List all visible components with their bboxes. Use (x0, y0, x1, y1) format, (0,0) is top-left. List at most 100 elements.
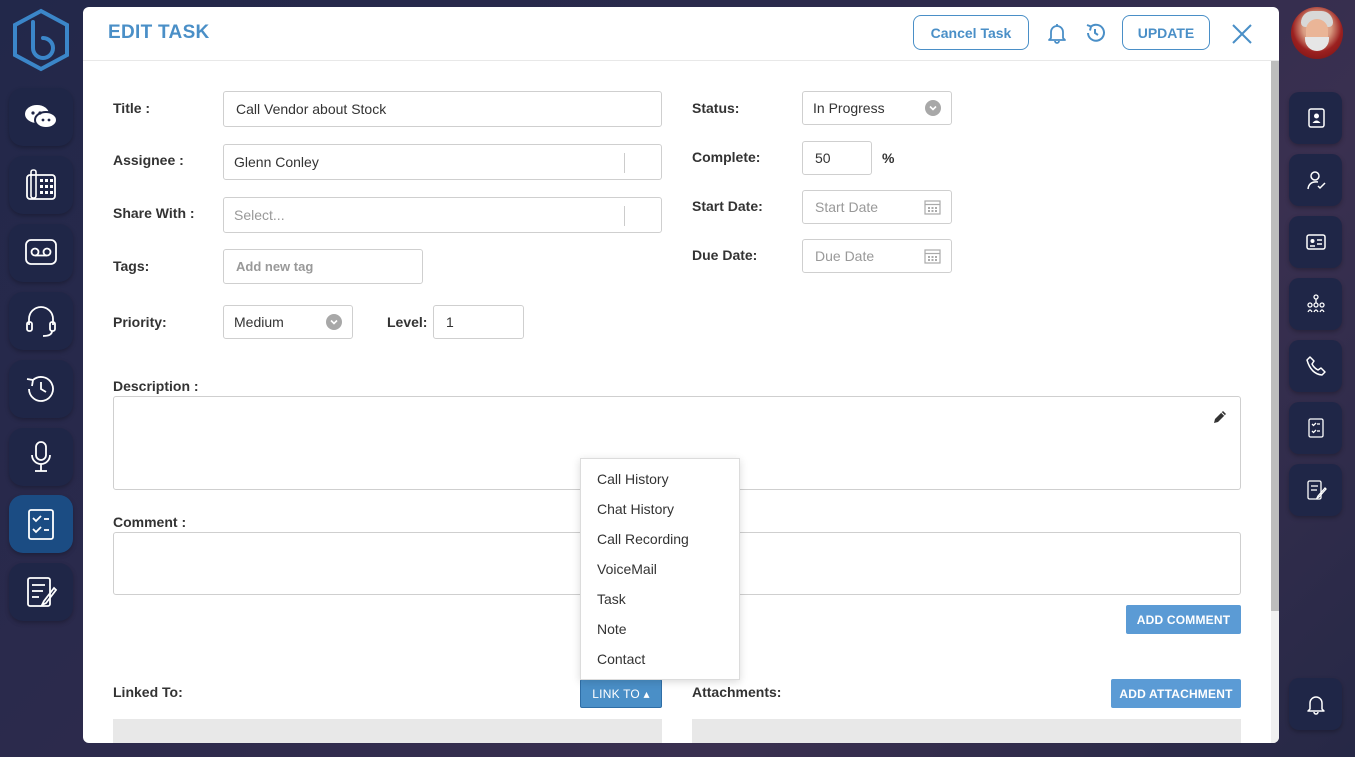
link-to-button[interactable]: LINK TO ▴ (580, 679, 662, 708)
chevron-down-icon (925, 100, 941, 116)
history-icon[interactable] (1083, 21, 1107, 45)
complete-label: Complete: (692, 149, 761, 165)
right-nav-checklist[interactable] (1289, 402, 1342, 454)
checklist-icon (1307, 418, 1324, 438)
level-value: 1 (446, 314, 454, 330)
nav-dialpad[interactable] (9, 156, 73, 214)
tasks-icon (28, 509, 54, 540)
right-nav-id-card[interactable] (1289, 216, 1342, 268)
menu-item-call-recording[interactable]: Call Recording (597, 531, 689, 547)
title-input[interactable]: Call Vendor about Stock (223, 91, 662, 127)
nav-voicemail[interactable] (9, 224, 73, 282)
menu-item-call-history[interactable]: Call History (597, 471, 669, 487)
title-label: Title : (113, 100, 151, 116)
start-date-label: Start Date: (692, 198, 763, 214)
user-check-icon (1306, 171, 1326, 190)
scrollbar-thumb[interactable] (1271, 61, 1279, 611)
comment-label: Comment : (113, 514, 187, 530)
assignee-value: Glenn Conley (234, 154, 319, 170)
calendar-icon[interactable] (924, 248, 941, 264)
edit-note-icon (1306, 480, 1327, 500)
chat-icon (25, 105, 58, 129)
priority-value: Medium (234, 314, 284, 330)
org-chart-icon (1306, 294, 1325, 313)
nav-notes[interactable] (9, 563, 73, 621)
scrollbar[interactable] (1271, 61, 1279, 743)
menu-item-chat-history[interactable]: Chat History (597, 501, 674, 517)
tags-placeholder: Add new tag (236, 259, 314, 274)
headset-icon (26, 306, 56, 337)
left-sidebar (0, 0, 83, 757)
attachments-list (692, 719, 1241, 743)
due-date-input[interactable]: Due Date (802, 239, 952, 273)
notes-icon (27, 577, 58, 608)
right-nav-contacts[interactable] (1289, 92, 1342, 144)
id-card-icon (1305, 234, 1326, 250)
due-date-placeholder: Due Date (815, 248, 875, 264)
menu-item-note[interactable]: Note (597, 621, 627, 637)
title-input-value: Call Vendor about Stock (236, 101, 387, 117)
dialpad-icon (26, 169, 56, 200)
select-separator (624, 153, 625, 173)
description-label: Description : (113, 378, 199, 394)
update-button[interactable]: UPDATE (1122, 15, 1210, 50)
bell-icon[interactable] (1045, 21, 1069, 45)
tags-label: Tags: (113, 258, 150, 274)
pencil-icon[interactable] (1212, 409, 1228, 425)
nav-tasks[interactable] (9, 495, 73, 553)
contacts-book-icon (1307, 108, 1325, 128)
calendar-icon[interactable] (924, 199, 941, 215)
priority-label: Priority: (113, 314, 167, 330)
assignee-select[interactable]: Glenn Conley (223, 144, 662, 180)
complete-input[interactable]: 50 (802, 141, 872, 175)
complete-value: 50 (815, 150, 831, 166)
app-logo-icon (11, 8, 71, 72)
chevron-down-icon (326, 314, 342, 330)
status-label: Status: (692, 100, 740, 116)
phone-icon (1305, 356, 1326, 376)
status-select[interactable]: In Progress (802, 91, 952, 125)
bell-icon (1306, 696, 1325, 715)
nav-history[interactable] (9, 360, 73, 418)
select-separator (624, 206, 625, 226)
right-sidebar (1279, 0, 1355, 757)
menu-item-contact[interactable]: Contact (597, 651, 645, 667)
share-with-select[interactable]: Select... (223, 197, 662, 233)
microphone-icon (31, 441, 51, 472)
cancel-task-button[interactable]: Cancel Task (913, 15, 1029, 50)
history-icon (26, 376, 54, 402)
close-icon[interactable] (1230, 22, 1254, 46)
right-nav-org-chart[interactable] (1289, 278, 1342, 330)
menu-item-task[interactable]: Task (597, 591, 626, 607)
level-input[interactable]: 1 (433, 305, 524, 339)
share-with-label: Share With : (113, 205, 195, 221)
priority-select[interactable]: Medium (223, 305, 353, 339)
start-date-placeholder: Start Date (815, 199, 879, 215)
right-nav-edit-note[interactable] (1289, 464, 1342, 516)
complete-unit: % (882, 150, 895, 166)
attachments-label: Attachments: (692, 684, 782, 700)
menu-item-voicemail[interactable]: VoiceMail (597, 561, 657, 577)
linked-items-list (113, 719, 662, 743)
linked-to-label: Linked To: (113, 684, 183, 700)
status-value: In Progress (813, 100, 885, 116)
add-comment-button[interactable]: ADD COMMENT (1126, 605, 1241, 634)
nav-support[interactable] (9, 292, 73, 350)
add-attachment-button[interactable]: ADD ATTACHMENT (1111, 679, 1241, 708)
share-with-placeholder: Select... (234, 207, 285, 223)
due-date-label: Due Date: (692, 247, 758, 263)
panel-header: EDIT TASK Cancel Task UPDATE (83, 7, 1279, 61)
page-title: EDIT TASK (108, 22, 210, 43)
right-nav-notifications[interactable] (1289, 678, 1342, 730)
assignee-label: Assignee : (113, 152, 184, 168)
voicemail-icon (25, 239, 57, 265)
nav-recording[interactable] (9, 428, 73, 486)
nav-chat[interactable] (9, 88, 73, 146)
level-label: Level: (387, 314, 428, 330)
link-to-menu: Call History Chat History Call Recording… (580, 458, 740, 680)
right-nav-phone[interactable] (1289, 340, 1342, 392)
right-nav-user-status[interactable] (1289, 154, 1342, 206)
tags-input[interactable]: Add new tag (223, 249, 423, 284)
user-avatar[interactable] (1291, 7, 1343, 59)
start-date-input[interactable]: Start Date (802, 190, 952, 224)
